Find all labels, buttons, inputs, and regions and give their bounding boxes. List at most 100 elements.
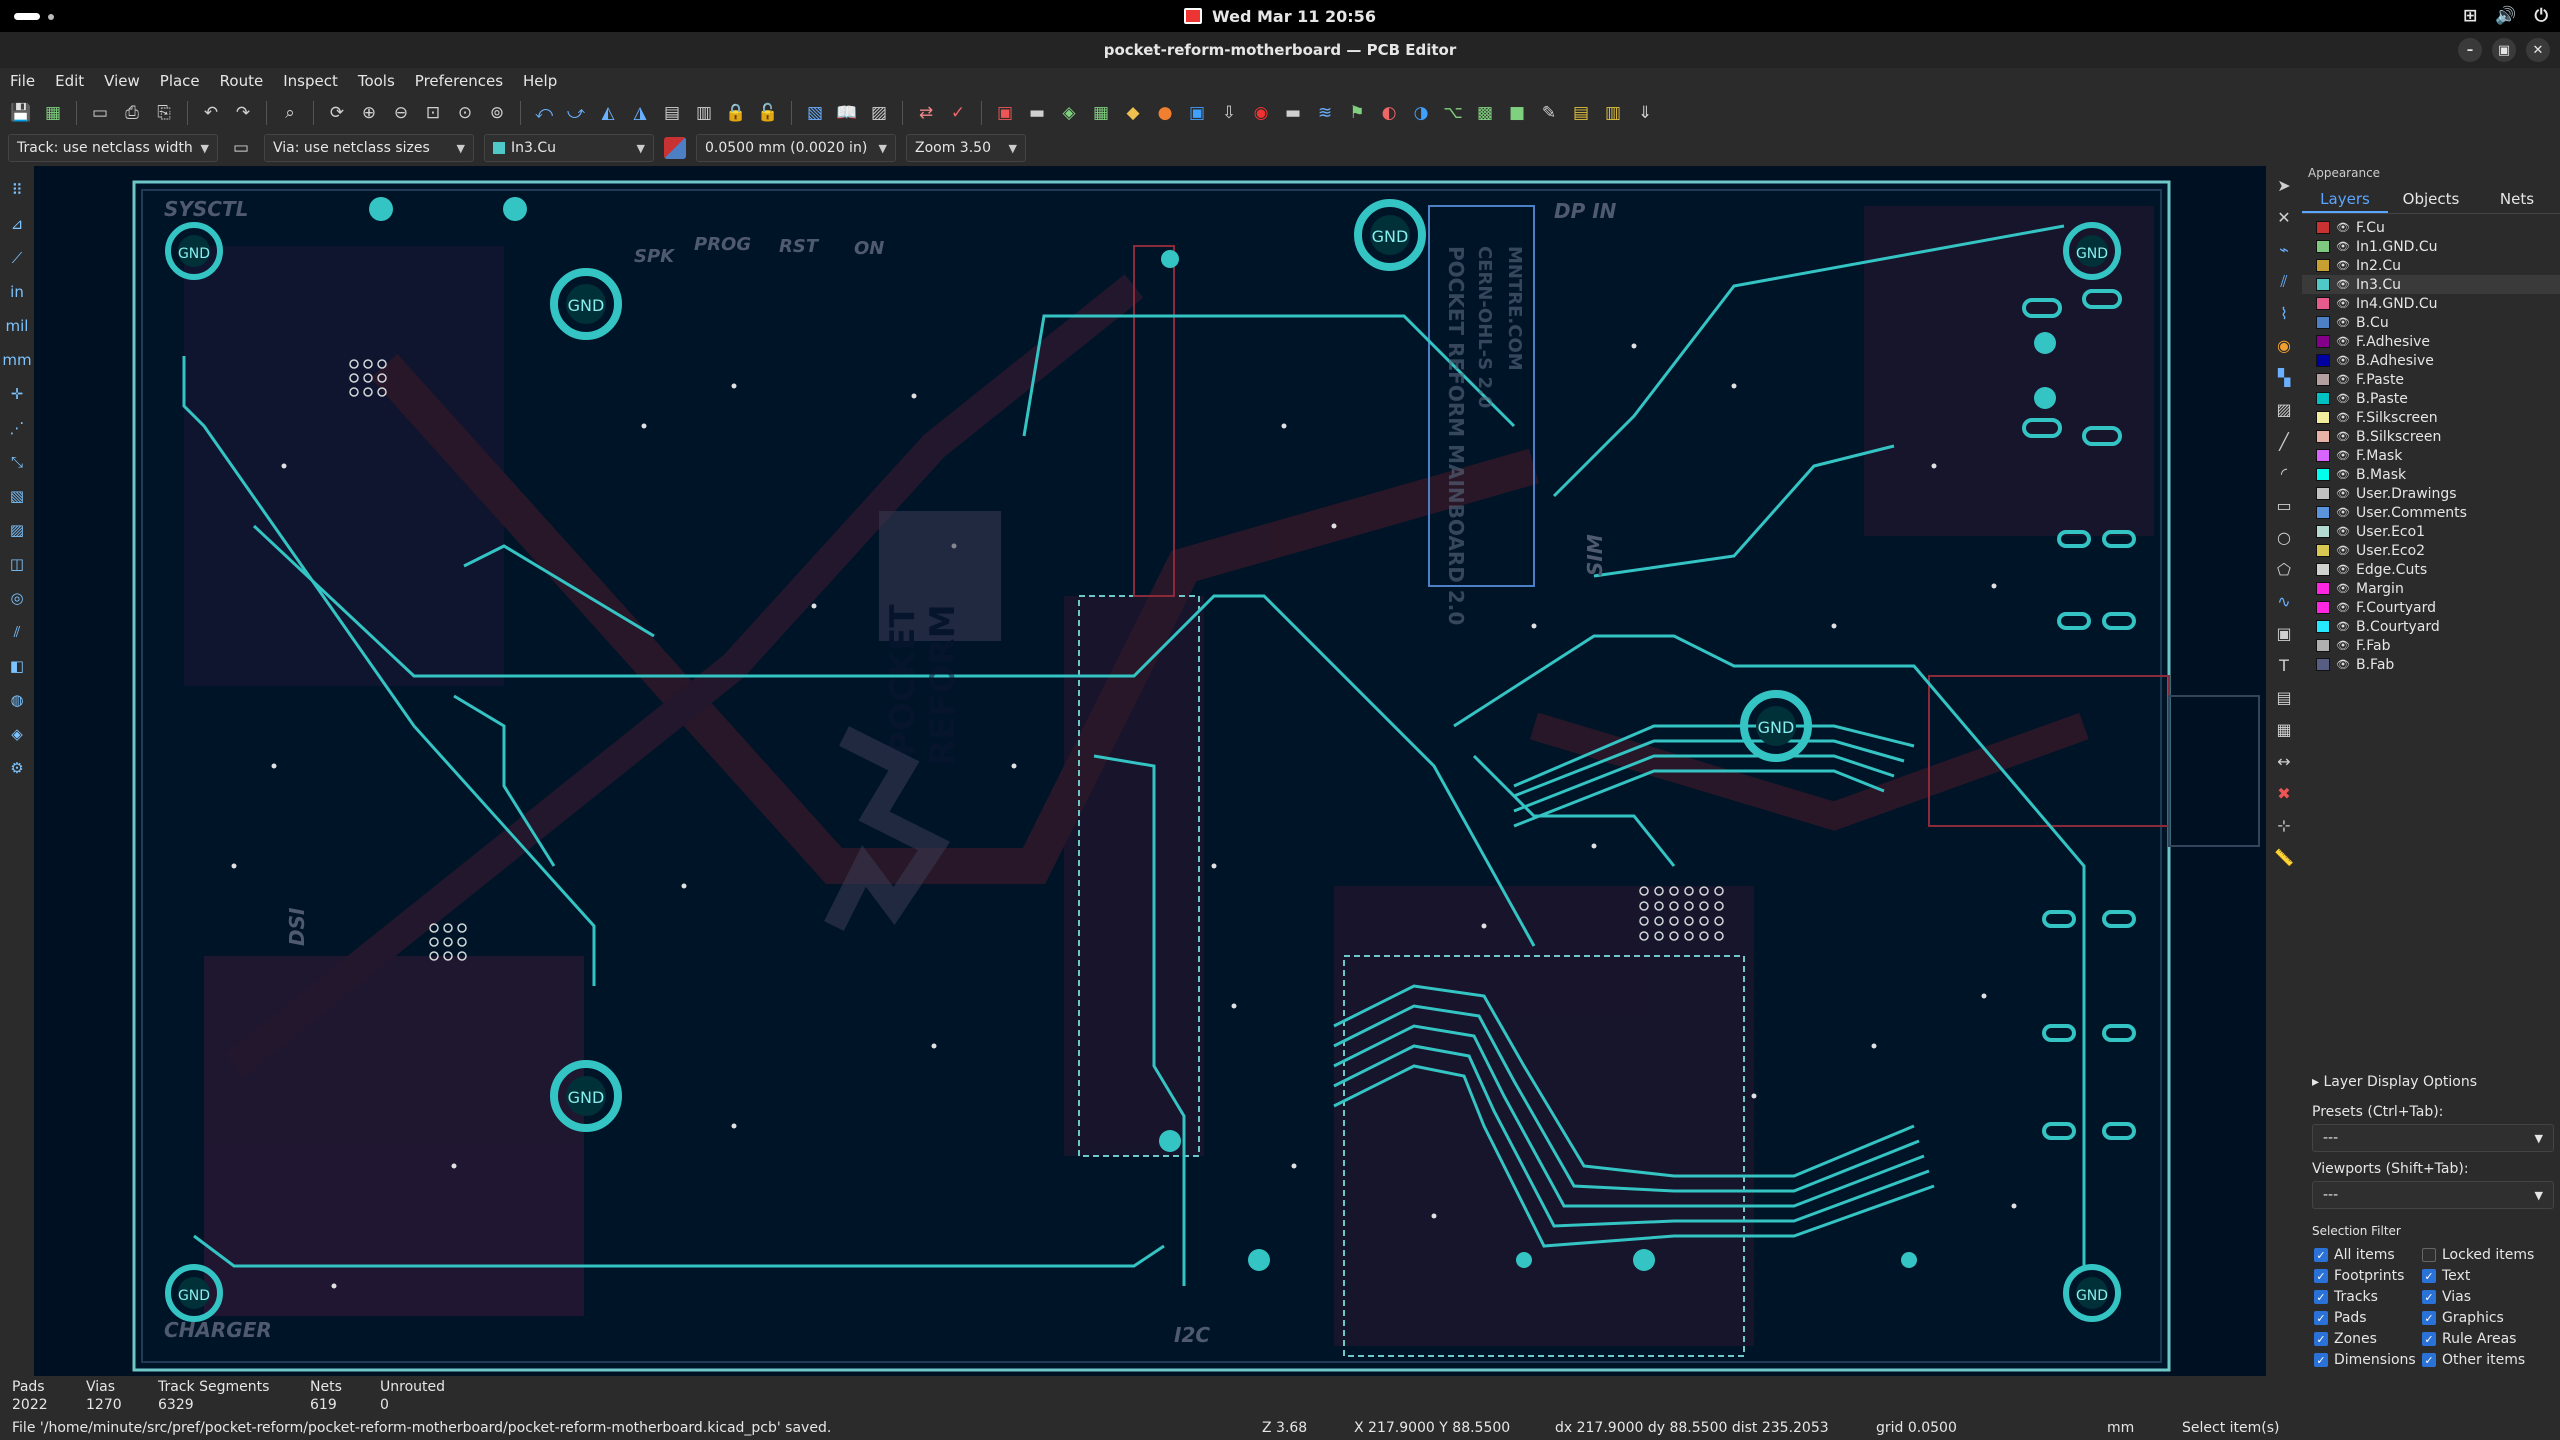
plugin-icon-15[interactable]: ▤ [1568,100,1594,126]
layer-color-swatch[interactable] [2316,297,2330,310]
group-icon[interactable]: ▤ [659,100,685,126]
menu-place[interactable]: Place [160,72,200,90]
checkbox-checked-icon[interactable]: ✓ [2422,1269,2436,1283]
layer-color-swatch[interactable] [2316,563,2330,576]
inches-icon[interactable]: in [5,280,29,304]
menu-inspect[interactable]: Inspect [283,72,338,90]
plugin-icon-7[interactable]: ≋ [1312,100,1338,126]
net-highlight-icon[interactable]: ◍ [5,688,29,712]
filter-checkbox[interactable]: ✓ All items [2314,1246,2422,1264]
route-track-icon[interactable]: ⌁ [2272,238,2296,261]
layer-row[interactable]: 👁 In3.Cu [2302,275,2560,294]
undo-icon[interactable]: ↶ [198,100,224,126]
checkbox-checked-icon[interactable]: ✓ [2314,1353,2328,1367]
draw-arc-icon[interactable]: ◜ [2272,462,2296,485]
checkbox-checked-icon[interactable]: ✓ [2314,1332,2328,1346]
viewports-select[interactable]: --- ▼ [2312,1181,2554,1209]
layer-row[interactable]: 👁 In4.GND.Cu [2316,294,2560,313]
layer-row[interactable]: 👁 B.Cu [2316,313,2560,332]
menu-edit[interactable]: Edit [55,72,84,90]
find-icon[interactable]: ⌕ [277,100,303,126]
minimize-icon[interactable]: – [2458,38,2482,62]
visibility-eye-icon[interactable]: 👁 [2336,601,2350,614]
via-size-select[interactable]: Via: use netclass sizes ▼ [264,134,474,162]
layer-row[interactable]: 👁 F.Adhesive [2316,332,2560,351]
page-settings-icon[interactable]: ▭ [87,100,113,126]
polar-coords-icon[interactable]: ⊿ [5,212,29,236]
draw-rectangle-icon[interactable]: ▭ [2272,494,2296,517]
system-tray[interactable]: ⊞ 🔊 ⏻ [2463,6,2548,26]
delete-tool-icon[interactable]: ✖ [2272,782,2296,805]
presets-select[interactable]: --- ▼ [2312,1124,2554,1152]
filter-checkbox[interactable]: ✓ Dimensions [2314,1351,2422,1369]
layer-color-swatch[interactable] [2316,658,2330,671]
activities-indicator[interactable] [14,13,40,20]
filter-checkbox[interactable]: ✓ Graphics [2422,1309,2552,1327]
visibility-eye-icon[interactable]: 👁 [2336,639,2350,652]
tab-objects[interactable]: Objects [2388,184,2474,213]
filter-checkbox[interactable]: ✓ Rule Areas [2422,1330,2552,1348]
visibility-eye-icon[interactable]: 👁 [2336,658,2350,671]
draw-circle-icon[interactable]: ○ [2272,526,2296,549]
plugin-icon-13[interactable]: ■ [1504,100,1530,126]
record-icon[interactable]: ◉ [1248,100,1274,126]
menu-tools[interactable]: Tools [358,72,395,90]
layer-row[interactable]: 👁 In1.GND.Cu [2316,237,2560,256]
checkbox-checked-icon[interactable]: ✓ [2314,1269,2328,1283]
filter-checkbox[interactable]: Locked items [2422,1246,2552,1264]
grid-select[interactable]: 0.0500 mm (0.0020 in) ▼ [696,134,896,162]
visibility-eye-icon[interactable]: 👁 [2336,240,2350,253]
power-icon[interactable]: ⏻ [2535,6,2548,26]
visibility-eye-icon[interactable]: 👁 [2336,259,2350,272]
layer-row[interactable]: 👁 F.Mask [2316,446,2560,465]
visibility-eye-icon[interactable]: 👁 [2336,278,2350,291]
plugin-icon-9[interactable]: ◐ [1376,100,1402,126]
draw-bezier-icon[interactable]: ∿ [2272,590,2296,613]
add-zone-icon[interactable]: ▚ [2272,366,2296,389]
zoom-selection-icon[interactable]: ⊚ [484,100,510,126]
layer-color-swatch[interactable] [2316,373,2330,386]
plugin-icon-14[interactable]: ✎ [1536,100,1562,126]
filter-checkbox[interactable]: ✓ Other items [2422,1351,2552,1369]
layer-row[interactable]: 👁 B.Fab [2316,655,2560,674]
zoom-select[interactable]: Zoom 3.50 ▼ [906,134,1026,162]
tab-nets[interactable]: Nets [2474,184,2560,213]
measure-icon[interactable]: 📏 [2272,846,2296,869]
checkbox-unchecked-icon[interactable] [2422,1248,2436,1262]
visibility-eye-icon[interactable]: 👁 [2336,582,2350,595]
layer-row[interactable]: 👁 F.Silkscreen [2316,408,2560,427]
close-icon[interactable]: ✕ [2526,38,2550,62]
layer-color-swatch[interactable] [2316,316,2330,329]
plugin-icon-3[interactable]: ◆ [1120,100,1146,126]
rotate-ccw-icon[interactable]: ⤺ [531,100,557,126]
layer-row[interactable]: 👁 F.Courtyard [2316,598,2560,617]
layer-display-options[interactable]: ▸ Layer Display Options [2312,1074,2477,1090]
draw-polygon-icon[interactable]: ⬠ [2272,558,2296,581]
add-via-icon[interactable]: ◉ [2272,334,2296,357]
volume-icon[interactable]: 🔊 [2495,6,2516,26]
network-icon[interactable]: ⊞ [2463,6,2477,26]
pcb-drawing[interactable]: GND GND GND GND GND GND GND GND POCKET R… [34,166,2266,1376]
layer-row[interactable]: 👁 B.Mask [2316,465,2560,484]
menu-file[interactable]: File [10,72,35,90]
rule-area-icon[interactable]: ▨ [2272,398,2296,421]
workspace-dot[interactable] [48,14,54,20]
ratsnest-icon[interactable]: ⟋ [5,246,29,270]
visibility-eye-icon[interactable]: 👁 [2336,487,2350,500]
plugin-icon-4[interactable]: ● [1152,100,1178,126]
refresh-icon[interactable]: ⟳ [324,100,350,126]
ungroup-icon[interactable]: ▥ [691,100,717,126]
layer-color-swatch[interactable] [2316,411,2330,424]
draw-line-icon[interactable]: ╱ [2272,430,2296,453]
plugin-icon-12[interactable]: ▩ [1472,100,1498,126]
mirror-h-icon[interactable]: ◭ [595,100,621,126]
add-dimension-icon[interactable]: ↔ [2272,750,2296,773]
layer-color-swatch[interactable] [2316,525,2330,538]
layer-color-swatch[interactable] [2316,620,2330,633]
zoom-objects-icon[interactable]: ⊙ [452,100,478,126]
layer-row[interactable]: 👁 User.Drawings [2316,484,2560,503]
visibility-eye-icon[interactable]: 👁 [2336,221,2350,234]
clock[interactable]: Wed Mar 11 20:56 [1184,7,1376,26]
visibility-eye-icon[interactable]: 👁 [2336,335,2350,348]
grid-origin-icon[interactable]: ⊹ [2272,814,2296,837]
